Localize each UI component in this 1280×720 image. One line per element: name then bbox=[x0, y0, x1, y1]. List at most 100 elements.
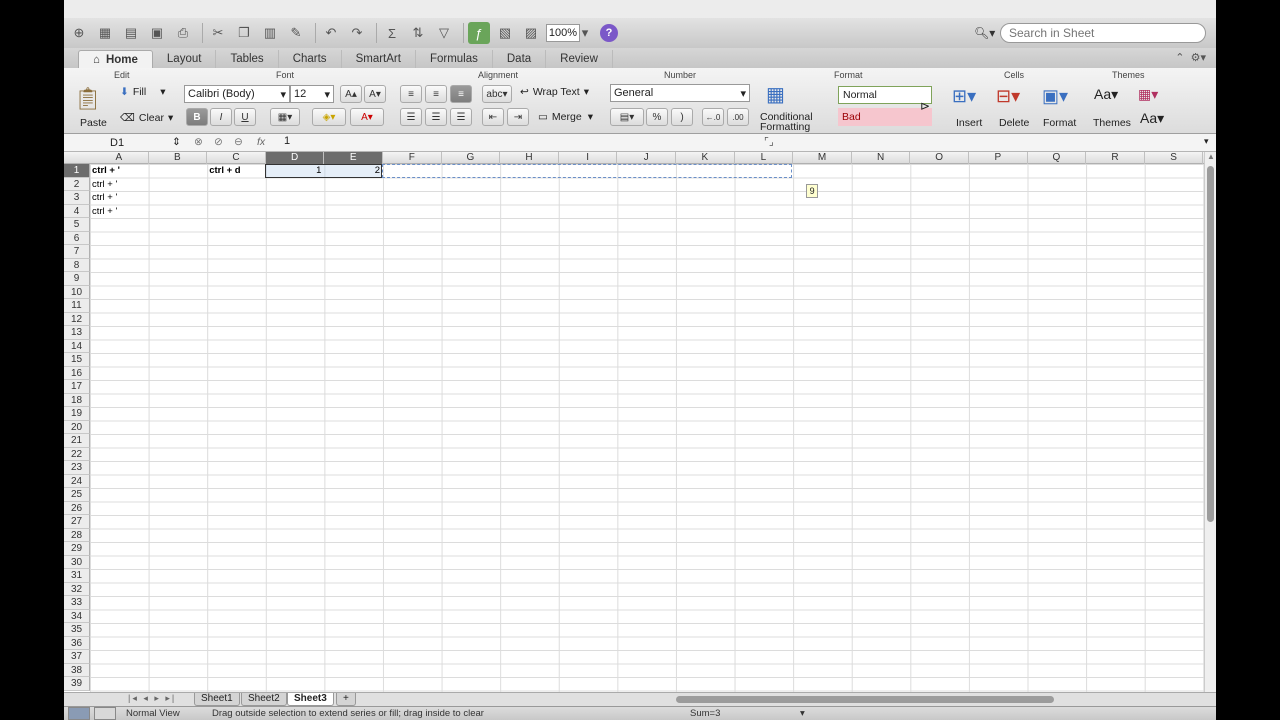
paste-button[interactable]: Paste bbox=[80, 117, 107, 129]
theme-colors-icon[interactable]: ▦▾ bbox=[1138, 86, 1158, 103]
tab-data[interactable]: Data bbox=[493, 50, 547, 68]
save-icon[interactable]: ▣ bbox=[146, 22, 168, 44]
cell-e1[interactable]: 2 bbox=[326, 164, 380, 178]
row-header[interactable]: 29 bbox=[64, 542, 90, 556]
cell-d1[interactable]: 1 bbox=[268, 164, 321, 178]
decrease-decimal-button[interactable]: .00 bbox=[727, 108, 749, 126]
zoom-field[interactable]: 100% bbox=[546, 24, 580, 42]
align-left-button[interactable]: ☰ bbox=[400, 108, 422, 126]
paste-icon[interactable]: ▥ bbox=[259, 22, 281, 44]
cell-c1[interactable]: ctrl + d bbox=[209, 164, 263, 178]
theme-fonts-icon[interactable]: Aa▾ bbox=[1140, 110, 1164, 127]
borders-button[interactable]: ▦▾ bbox=[270, 108, 300, 126]
row-header[interactable]: 21 bbox=[64, 434, 90, 448]
format-painter-icon[interactable]: ✎ bbox=[285, 22, 307, 44]
align-right-button[interactable]: ☰ bbox=[450, 108, 472, 126]
formula-builder-icon[interactable]: ƒ bbox=[468, 22, 490, 44]
clear-button[interactable]: ⌫ Clear ▾ bbox=[120, 112, 173, 124]
tab-formulas[interactable]: Formulas bbox=[416, 50, 493, 68]
row-header[interactable]: 20 bbox=[64, 420, 90, 434]
search-icon[interactable]: 🔍︎▾ bbox=[974, 26, 1000, 40]
cell-a3[interactable]: ctrl + ' bbox=[92, 191, 146, 205]
fill-button[interactable]: ⬇ Fill ▾ bbox=[120, 86, 166, 98]
row-header[interactable]: 12 bbox=[64, 312, 90, 326]
tab-review[interactable]: Review bbox=[546, 50, 613, 68]
vertical-scroll-thumb[interactable] bbox=[1207, 166, 1214, 522]
row-header[interactable]: 33 bbox=[64, 596, 90, 610]
ribbon-settings-icon[interactable]: ⚙▾ bbox=[1191, 52, 1206, 64]
name-box[interactable]: D1 bbox=[70, 135, 182, 150]
row-header[interactable]: 18 bbox=[64, 393, 90, 407]
row-header[interactable]: 38 bbox=[64, 663, 90, 677]
new-document-icon[interactable]: ⊕ bbox=[68, 22, 90, 44]
cell-area[interactable]: ctrl + ' ctrl + ' ctrl + ' ctrl + ' ctrl + d… bbox=[90, 164, 1204, 692]
undo-icon[interactable]: ↶ bbox=[320, 22, 342, 44]
column-header[interactable]: C bbox=[207, 152, 266, 164]
tab-smartart[interactable]: SmartArt bbox=[342, 50, 416, 68]
row-header[interactable]: 5 bbox=[64, 218, 90, 232]
row-header[interactable]: 31 bbox=[64, 569, 90, 583]
format-cells-icon[interactable]: ▣▾ bbox=[1042, 86, 1068, 107]
conditional-formatting-label-2[interactable]: Formatting bbox=[760, 121, 810, 133]
row-header[interactable]: 14 bbox=[64, 339, 90, 353]
row-header[interactable]: 13 bbox=[64, 326, 90, 340]
open-icon[interactable]: ▤ bbox=[120, 22, 142, 44]
toolbox-icon[interactable]: ▧ bbox=[494, 22, 516, 44]
formula-input[interactable]: 1 bbox=[284, 135, 290, 147]
column-header[interactable]: K bbox=[676, 152, 735, 164]
row-header[interactable]: 35 bbox=[64, 623, 90, 637]
styles-next-icon[interactable]: ⊳ bbox=[920, 99, 930, 113]
column-header[interactable]: R bbox=[1086, 152, 1145, 164]
number-format-select[interactable]: General ▾ bbox=[610, 84, 750, 102]
wrap-text-button[interactable]: ↩ Wrap Text ▾ bbox=[520, 86, 589, 98]
comma-button[interactable]: ) bbox=[671, 108, 693, 126]
column-header[interactable]: F bbox=[383, 152, 442, 164]
chevron-down-icon[interactable]: ▾ bbox=[800, 708, 805, 719]
themes-icon[interactable]: Aa▾ bbox=[1094, 86, 1118, 103]
autosum-icon[interactable]: Σ bbox=[381, 22, 403, 44]
underline-button[interactable]: U bbox=[234, 108, 256, 126]
row-header[interactable]: 26 bbox=[64, 501, 90, 515]
tab-home[interactable]: ⌂ Home bbox=[78, 50, 153, 68]
row-header[interactable]: 7 bbox=[64, 245, 90, 259]
italic-button[interactable]: I bbox=[210, 108, 232, 126]
column-header[interactable]: J bbox=[617, 152, 676, 164]
bold-button[interactable]: B bbox=[186, 108, 208, 126]
merge-button[interactable]: ▭ Merge ▾ bbox=[538, 111, 593, 123]
print-icon[interactable]: ⎙ bbox=[172, 22, 194, 44]
format-button[interactable]: Format bbox=[1043, 117, 1076, 129]
help-button[interactable]: ? bbox=[600, 24, 618, 42]
align-middle-button[interactable]: ≡ bbox=[425, 85, 447, 103]
row-header[interactable]: 10 bbox=[64, 285, 90, 299]
row-header[interactable]: 22 bbox=[64, 447, 90, 461]
cut-icon[interactable]: ✂ bbox=[207, 22, 229, 44]
row-header[interactable]: 6 bbox=[64, 231, 90, 245]
row-header[interactable]: 1 bbox=[64, 164, 90, 178]
spreadsheet-grid[interactable]: ABCDEFGHIJKLMNOPQRS 1 2 3 4 5 6 7 8 9 10 11 12 13 14 1… bbox=[64, 152, 1204, 692]
tab-charts[interactable]: Charts bbox=[279, 50, 342, 68]
row-header[interactable]: 11 bbox=[64, 299, 90, 313]
style-normal[interactable]: Normal bbox=[838, 86, 932, 104]
row-header[interactable]: 30 bbox=[64, 555, 90, 569]
row-header[interactable]: 4 bbox=[64, 204, 90, 218]
cancel-entry-icon[interactable]: ⊗ bbox=[194, 136, 203, 148]
column-header[interactable]: P bbox=[969, 152, 1028, 164]
row-header[interactable]: 37 bbox=[64, 650, 90, 664]
align-center-button[interactable]: ☰ bbox=[425, 108, 447, 126]
decrease-indent-button[interactable]: ⇤ bbox=[482, 108, 504, 126]
search-input[interactable] bbox=[1000, 23, 1206, 43]
align-bottom-button[interactable]: ≡ bbox=[450, 85, 472, 103]
filter-icon[interactable]: ▽ bbox=[433, 22, 455, 44]
tab-layout[interactable]: Layout bbox=[153, 50, 217, 68]
row-header[interactable]: 34 bbox=[64, 609, 90, 623]
column-header[interactable]: A bbox=[90, 152, 149, 164]
sheet-nav-arrows-icon[interactable]: |◂ ◂ ▸ ▸| bbox=[128, 693, 176, 704]
name-box-stepper-icon[interactable]: ⇕ bbox=[172, 136, 181, 148]
confirm-entry-icon[interactable]: ⊘ bbox=[214, 136, 223, 148]
zoom-dropdown-icon[interactable]: ▾ bbox=[580, 22, 590, 44]
increase-indent-button[interactable]: ⇥ bbox=[507, 108, 529, 126]
sheet-tab-2[interactable]: Sheet2 bbox=[241, 693, 287, 706]
row-header[interactable]: 15 bbox=[64, 353, 90, 367]
row-header[interactable]: 3 bbox=[64, 191, 90, 205]
column-header[interactable]: G bbox=[442, 152, 501, 164]
